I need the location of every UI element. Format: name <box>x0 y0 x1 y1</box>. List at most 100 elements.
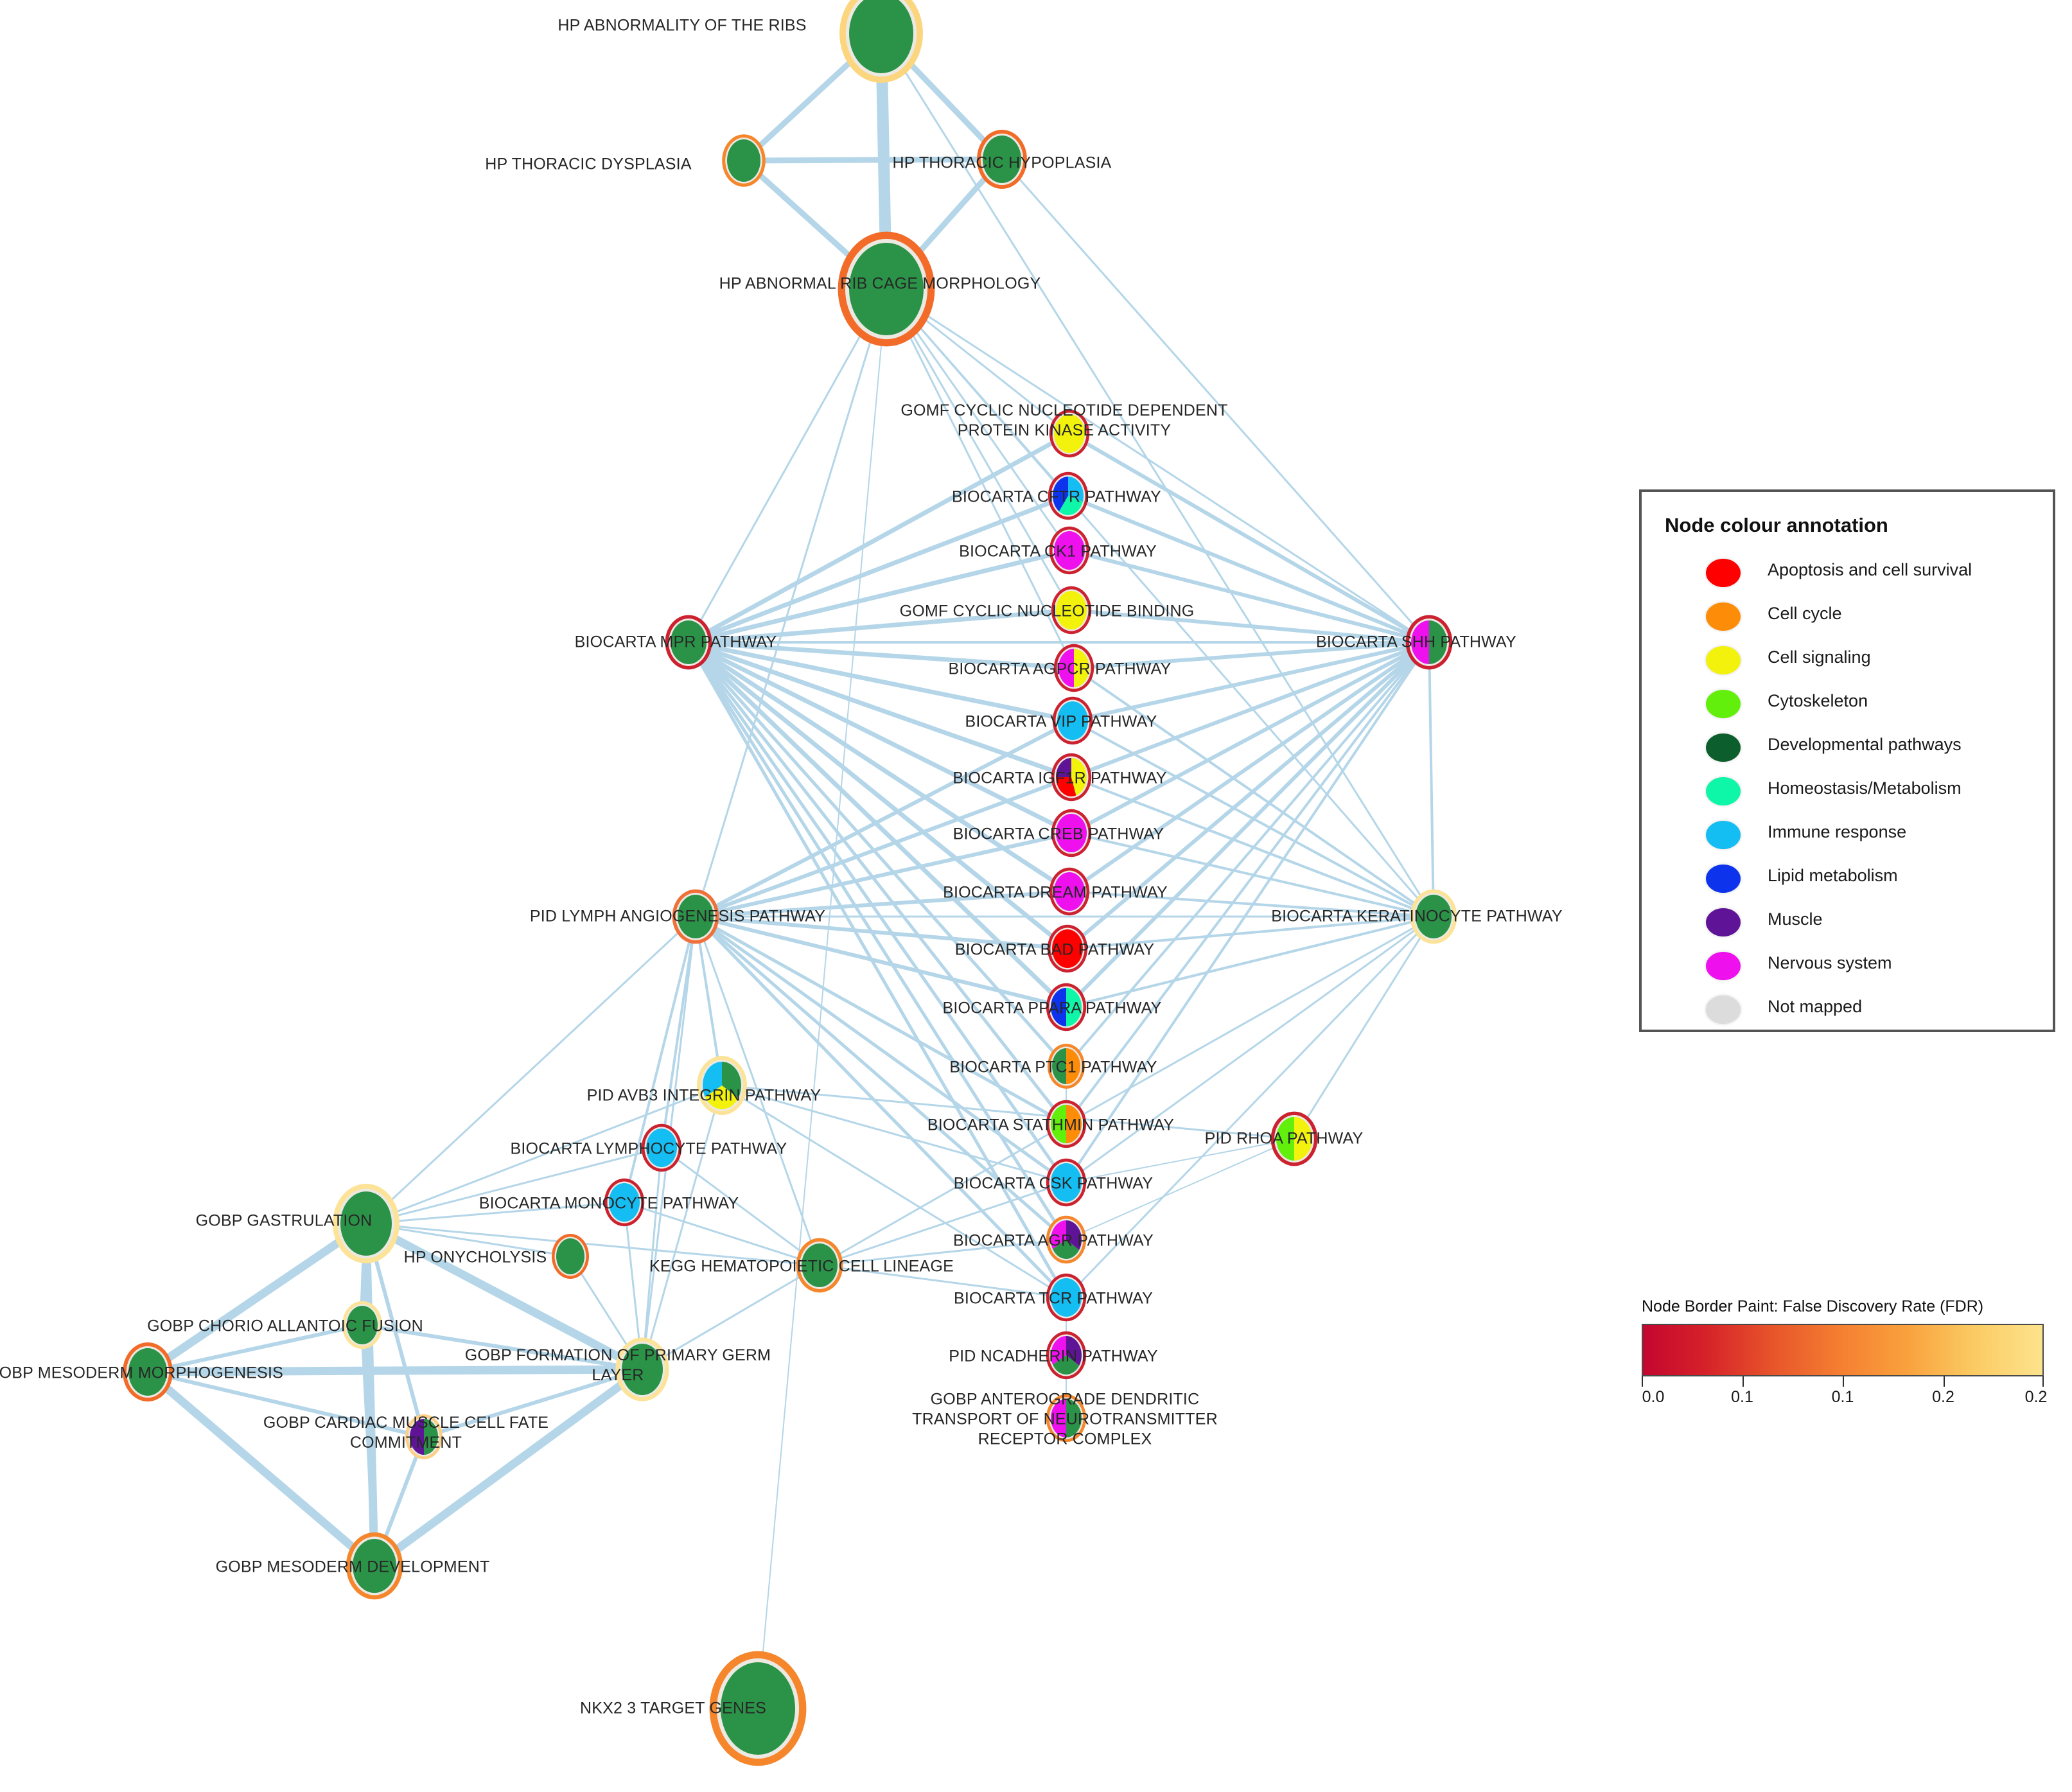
network-node[interactable] <box>342 1301 383 1349</box>
node-colour-legend-label: Cell signaling <box>1768 647 1871 667</box>
node-colour-legend-row: Apoptosis and cell survival <box>1642 554 2053 597</box>
node-colour-legend-row: Immune response <box>1642 816 2053 859</box>
fdr-tick-label: 0.1 <box>1831 1388 1854 1406</box>
fdr-tick-mark <box>1943 1376 1945 1387</box>
node-colour-legend-rows: Apoptosis and cell survival Cell cycle Cel… <box>1642 554 2053 1034</box>
network-node[interactable] <box>672 889 719 944</box>
network-node[interactable] <box>1046 1331 1087 1380</box>
fdr-gradient-bar <box>1642 1324 2044 1376</box>
network-node[interactable] <box>1049 409 1090 458</box>
network-node[interactable] <box>1049 526 1090 575</box>
node-colour-legend-row: Cell cycle <box>1642 597 2053 641</box>
node-fill <box>1057 701 1088 740</box>
network-edge <box>694 915 1068 1242</box>
node-colour-legend-label: Cell cycle <box>1768 604 1842 623</box>
node-fill <box>1054 531 1085 570</box>
network-node[interactable] <box>405 1414 443 1459</box>
node-fill <box>671 620 707 664</box>
network-node[interactable] <box>1052 696 1093 745</box>
network-edge <box>1069 640 1431 835</box>
fdr-tick-label: 0.2 <box>2024 1388 2048 1406</box>
node-colour-legend-row: Lipid metabolism <box>1642 859 2053 903</box>
node-fill <box>1054 872 1085 911</box>
network-edge <box>885 288 1430 644</box>
network-edge <box>1428 641 1435 918</box>
node-fill <box>1054 414 1085 453</box>
node-colour-legend-label: Immune response <box>1768 822 1907 841</box>
network-edge <box>721 1084 1067 1299</box>
network-node[interactable] <box>1270 1111 1318 1166</box>
node-colour-legend-title: Node colour annotation <box>1665 514 1888 536</box>
fdr-tick-mark <box>1742 1376 1744 1387</box>
node-colour-legend-row: Not mapped <box>1642 990 2053 1034</box>
node-colour-legend-label: Muscle <box>1768 909 1823 929</box>
network-node[interactable] <box>1051 753 1092 802</box>
network-edge <box>721 1084 1295 1140</box>
network-node[interactable] <box>1046 1394 1087 1443</box>
network-edge <box>686 431 1072 645</box>
node-colour-legend-label: Not mapped <box>1768 997 1863 1016</box>
network-node[interactable] <box>346 1532 403 1600</box>
network-node[interactable] <box>615 1337 669 1401</box>
network-node[interactable] <box>641 1123 682 1172</box>
network-edge <box>694 915 1069 951</box>
network-edge <box>686 493 1071 645</box>
network-node[interactable] <box>1405 615 1453 670</box>
node-colour-legend-label: Nervous system <box>1768 953 1892 972</box>
node-colour-legend-label: Homeostasis/Metabolism <box>1768 778 1962 798</box>
node-colour-legend-row: Developmental pathways <box>1642 728 2053 772</box>
fdr-tick-mark <box>1843 1376 1844 1387</box>
network-node[interactable] <box>709 1651 807 1766</box>
network-node[interactable] <box>796 1238 843 1293</box>
network-node[interactable] <box>838 231 935 347</box>
network-node[interactable] <box>1051 586 1092 635</box>
network-node[interactable] <box>977 130 1027 189</box>
node-colour-legend-row: Nervous system <box>1642 947 2053 990</box>
network-node[interactable] <box>552 1234 589 1279</box>
network-node[interactable] <box>1046 1273 1087 1322</box>
node-colour-legend-row: Muscle <box>1642 903 2053 947</box>
network-edge <box>818 1264 1067 1299</box>
network-node[interactable] <box>1046 1158 1087 1207</box>
network-node[interactable] <box>1047 924 1088 973</box>
network-edge <box>686 640 1074 836</box>
colour-swatch-icon <box>1706 908 1741 936</box>
network-node[interactable] <box>839 0 923 83</box>
network-node[interactable] <box>1048 1044 1085 1089</box>
edge-layer <box>143 28 1435 1709</box>
node-fill <box>1056 814 1087 852</box>
colour-swatch-icon <box>1706 559 1741 587</box>
network-canvas: HP ABNORMALITY OF THE RIBS HP THORACIC DY… <box>0 0 2072 1792</box>
network-node[interactable] <box>1046 983 1087 1032</box>
network-node[interactable] <box>1053 644 1094 692</box>
fdr-tick-mark <box>1642 1376 1643 1387</box>
network-edge <box>1069 608 1431 644</box>
network-node[interactable] <box>123 1342 173 1401</box>
network-edge <box>143 1365 647 1376</box>
network-edge <box>143 1367 379 1570</box>
network-edge <box>1065 915 1435 1125</box>
node-colour-legend-label: Developmental pathways <box>1768 735 1962 754</box>
network-edge <box>694 915 1068 1009</box>
node-colour-legend: Node colour annotation Apoptosis and cel… <box>1639 489 2055 1032</box>
node-fill <box>849 243 924 335</box>
network-node[interactable] <box>697 1056 747 1115</box>
network-edge <box>741 156 1005 164</box>
network-node[interactable] <box>665 615 712 670</box>
network-node[interactable] <box>1046 1100 1087 1148</box>
network-node[interactable] <box>1046 1215 1087 1264</box>
network-node[interactable] <box>722 134 766 187</box>
network-node[interactable] <box>1051 809 1092 857</box>
network-node[interactable] <box>1048 471 1089 520</box>
network-node[interactable] <box>604 1178 645 1227</box>
fdr-colorbar-legend: Node Border Paint: False Discovery Rate … <box>1642 1297 2053 1406</box>
node-fill <box>983 136 1021 183</box>
network-node[interactable] <box>1049 867 1090 916</box>
network-node[interactable] <box>333 1184 399 1263</box>
fdr-axis: 0.0 0.1 0.1 0.2 0.2 <box>1642 1376 2047 1406</box>
colour-swatch-icon <box>1706 646 1741 674</box>
network-node[interactable] <box>1410 889 1457 944</box>
fdr-colorbar-title: Node Border Paint: False Discovery Rate … <box>1642 1297 1984 1315</box>
node-fill <box>646 1129 677 1167</box>
network-edge <box>1067 432 1431 644</box>
